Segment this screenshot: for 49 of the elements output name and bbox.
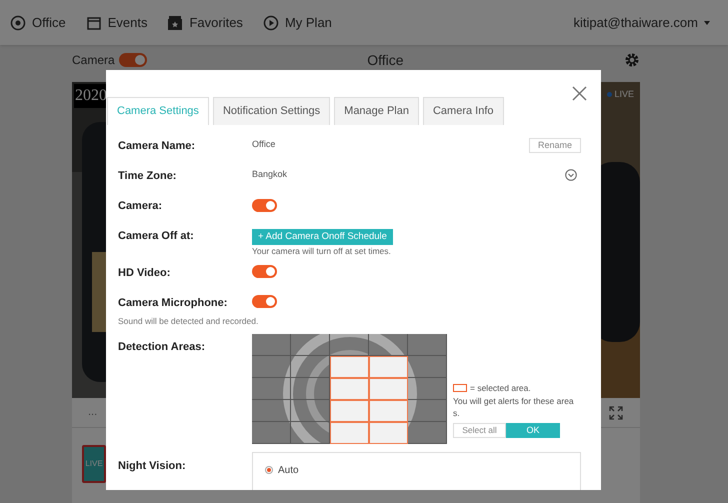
close-icon[interactable]: [572, 86, 587, 101]
camera-label: Camera: [72, 52, 115, 69]
field-label: Camera Off at:: [118, 229, 195, 244]
ok-button[interactable]: OK: [506, 423, 560, 438]
fullscreen-icon[interactable]: [608, 404, 624, 420]
calendar-icon: [86, 14, 102, 30]
radio-button[interactable]: [265, 466, 273, 474]
legend-swatch-icon: [453, 384, 467, 392]
select-all-button[interactable]: Select all: [453, 423, 506, 438]
nav-link[interactable]: Favorites: [167, 12, 243, 32]
field-label: Camera Microphone:: [118, 296, 228, 311]
toggle-switch[interactable]: [252, 295, 277, 308]
field-value: Office: [252, 138, 276, 152]
tab[interactable]: Notification Settings: [212, 97, 330, 125]
field-value: Bangkok: [252, 168, 288, 182]
detection-grid[interactable]: [252, 334, 447, 444]
settings-icon[interactable]: [624, 52, 640, 68]
nav-link[interactable]: My Plan: [262, 12, 332, 32]
nav-link[interactable]: Events: [86, 12, 148, 32]
camera-icon: [10, 14, 26, 30]
field-label: Night Vision:: [118, 458, 187, 474]
account-menu[interactable]: kitipat@thaiware.com: [574, 12, 710, 32]
toggle-switch[interactable]: [118, 53, 147, 67]
live-indicator: LIVE: [607, 88, 634, 102]
toggle-switch[interactable]: [252, 198, 277, 212]
field-label: Detection Areas:: [118, 340, 206, 354]
field-label: Camera Name:: [118, 139, 196, 154]
rename-button[interactable]: Rename: [528, 138, 581, 152]
timestamp: 2020: [74, 84, 108, 108]
play-icon: [262, 14, 279, 30]
more-text: ...: [88, 405, 98, 420]
star-box-icon: [167, 14, 184, 30]
tab[interactable]: Camera Info: [422, 97, 504, 125]
field-label: HD Video:: [118, 266, 172, 281]
toggle-switch[interactable]: [252, 265, 277, 278]
field-label: Camera:: [118, 199, 164, 214]
hint-text: Your camera will turn off at set times.: [252, 245, 391, 258]
nav-link[interactable]: Office: [10, 12, 66, 32]
camera-title: Office: [367, 50, 404, 70]
add-schedule-button[interactable]: + Add Camera Onoff Schedule: [252, 229, 393, 245]
tab[interactable]: Manage Plan: [334, 97, 419, 125]
tab[interactable]: Camera Settings: [107, 97, 209, 125]
legend-text: = selected area.: [470, 382, 531, 394]
dropdown-icon[interactable]: [565, 169, 577, 181]
radio-label: Auto: [278, 464, 299, 478]
hint-text: Sound will be detected and recorded.: [118, 314, 260, 328]
field-label: Time Zone:: [118, 169, 178, 184]
caret-icon: [704, 20, 710, 24]
alert-note: You will get alerts for these area s.: [453, 395, 575, 420]
